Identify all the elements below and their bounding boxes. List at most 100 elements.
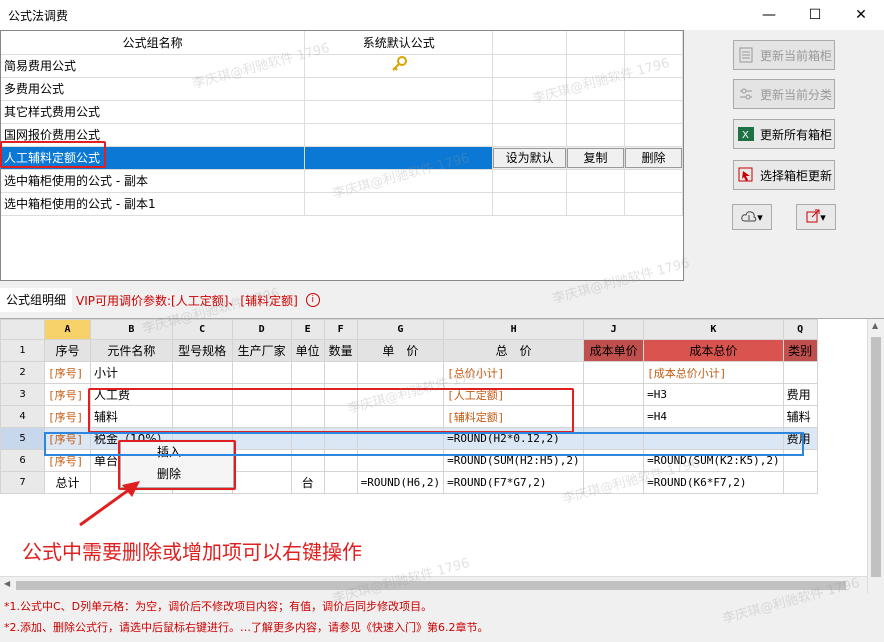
vertical-scroll-thumb[interactable]: [871, 337, 881, 577]
column-header-q[interactable]: Q: [782, 319, 818, 340]
cell-f1[interactable]: 数量: [323, 339, 358, 362]
cell-j7[interactable]: [583, 471, 645, 494]
cell-j1[interactable]: 成本单价: [583, 339, 645, 362]
cell-c1[interactable]: 型号规格: [171, 339, 233, 362]
cell-g7[interactable]: =ROUND(H6,2): [356, 471, 445, 494]
cell-h1[interactable]: 总 价: [443, 339, 585, 362]
close-button[interactable]: ✕: [838, 0, 884, 30]
cell-q2[interactable]: [782, 361, 818, 384]
column-header-h[interactable]: H: [443, 319, 585, 340]
column-header-c[interactable]: C: [171, 319, 233, 340]
cell-e7[interactable]: 台: [290, 471, 325, 494]
formula-group-name[interactable]: 多费用公式: [1, 77, 306, 101]
cell-q1[interactable]: 类别: [782, 339, 818, 362]
column-header-a[interactable]: A: [44, 319, 91, 340]
delete-button[interactable]: 删除: [625, 148, 682, 168]
copy-button[interactable]: 复制: [567, 148, 624, 168]
cell-k4[interactable]: =H4: [643, 405, 784, 428]
cell-a1[interactable]: 序号: [44, 339, 91, 362]
system-default-cell[interactable]: [304, 77, 494, 101]
cell-a2[interactable]: [序号]: [44, 361, 91, 384]
cell-b1[interactable]: 元件名称: [90, 339, 173, 362]
system-default-cell[interactable]: [304, 100, 494, 124]
cell-k1[interactable]: 成本总价: [643, 339, 784, 362]
column-header-g[interactable]: G: [356, 319, 445, 340]
sheet-row[interactable]: 2 [序号] 小计 [总价小计] [成本总价小计]: [0, 361, 818, 384]
row-header[interactable]: 6: [0, 449, 45, 472]
system-default-cell[interactable]: [304, 123, 494, 147]
column-header-e[interactable]: E: [290, 319, 325, 340]
horizontal-scroll-thumb[interactable]: [16, 581, 846, 590]
cell-h2[interactable]: [总价小计]: [443, 361, 585, 384]
export-dropdown[interactable]: ▾: [796, 204, 836, 230]
system-default-cell[interactable]: [304, 169, 494, 193]
column-header-f[interactable]: F: [323, 319, 358, 340]
cell-e1[interactable]: 单位: [290, 339, 325, 362]
cell-k7[interactable]: =ROUND(K6*F7,2): [643, 471, 784, 494]
corner-cell[interactable]: [0, 319, 45, 340]
cell-q7[interactable]: [782, 471, 818, 494]
formula-group-row[interactable]: 其它样式费用公式: [1, 100, 683, 124]
formula-group-name[interactable]: 选中箱柜使用的公式 - 副本: [1, 169, 306, 193]
row-header[interactable]: 2: [0, 361, 45, 384]
update-current-category-button[interactable]: 更新当前分类: [733, 79, 835, 109]
cell-d2[interactable]: [231, 361, 292, 384]
update-all-cabinets-button[interactable]: X 更新所有箱柜: [733, 119, 835, 149]
row-header[interactable]: 1: [0, 339, 45, 362]
maximize-button[interactable]: ☐: [792, 0, 838, 30]
row-header[interactable]: 3: [0, 383, 45, 406]
formula-group-row[interactable]: 选中箱柜使用的公式 - 副本: [1, 169, 683, 193]
vertical-scrollbar[interactable]: ▲: [867, 319, 884, 594]
select-cabinet-update-button[interactable]: 选择箱柜更新: [733, 160, 835, 190]
formula-group-header-row: 公式组名称 系统默认公式: [1, 31, 683, 55]
system-default-cell[interactable]: [304, 146, 494, 170]
cell-a4[interactable]: [序号]: [44, 405, 91, 428]
cell-q4[interactable]: 辅料: [782, 405, 818, 428]
cloud-upload-dropdown[interactable]: ▾: [732, 204, 772, 230]
set-default-button[interactable]: 设为默认: [493, 148, 566, 168]
cell-e2[interactable]: [290, 361, 325, 384]
column-header-b[interactable]: B: [90, 319, 173, 340]
formula-group-row[interactable]: 简易费用公式: [1, 54, 683, 78]
cell-j2[interactable]: [583, 361, 645, 384]
formula-group-name[interactable]: 其它样式费用公式: [1, 100, 306, 124]
sheet-row[interactable]: 1 序号 元件名称 型号规格 生产厂家 单位 数量单 价总 价成本单价 成本总价 类别: [0, 339, 818, 362]
scroll-left-icon[interactable]: ◀: [4, 579, 10, 588]
system-default-cell[interactable]: [304, 192, 494, 216]
cell-g1[interactable]: 单 价: [356, 339, 445, 362]
cell-f7[interactable]: [323, 471, 358, 494]
update-current-cabinet-button[interactable]: 更新当前箱柜: [733, 40, 835, 70]
cell-k2[interactable]: [成本总价小计]: [643, 361, 784, 384]
scroll-up-icon[interactable]: ▲: [872, 321, 878, 330]
column-header-j[interactable]: J: [583, 319, 645, 340]
tab-formula-group-detail[interactable]: 公式组明细: [0, 288, 73, 312]
cell-b2[interactable]: 小计: [90, 361, 173, 384]
column-header-k[interactable]: K: [643, 319, 784, 340]
cell-d1[interactable]: 生产厂家: [231, 339, 292, 362]
cell-j4[interactable]: [583, 405, 645, 428]
cell-q3[interactable]: 费用: [782, 383, 818, 406]
cell-c2[interactable]: [171, 361, 233, 384]
info-icon[interactable]: i: [305, 293, 320, 307]
highlight-selected-group: [0, 141, 106, 168]
system-default-cell[interactable]: [304, 54, 494, 78]
formula-group-name[interactable]: 选中箱柜使用的公式 - 副本1: [1, 192, 306, 216]
formula-group-row[interactable]: 选中箱柜使用的公式 - 副本1: [1, 192, 683, 216]
formula-group-row[interactable]: 多费用公式: [1, 77, 683, 101]
cell-h7[interactable]: =ROUND(F7*G7,2): [443, 471, 585, 494]
sliders-icon: [738, 86, 754, 102]
cell-f2[interactable]: [323, 361, 358, 384]
cell-d7[interactable]: [231, 471, 292, 494]
row-header[interactable]: 7: [0, 471, 45, 494]
cell-k3[interactable]: =H3: [643, 383, 784, 406]
cell-g2[interactable]: [356, 361, 445, 384]
horizontal-scrollbar[interactable]: ◀: [0, 576, 867, 593]
cell-j3[interactable]: [583, 383, 645, 406]
row-header[interactable]: 5: [0, 427, 45, 450]
formula-group-name[interactable]: 简易费用公式: [1, 54, 306, 78]
row-header[interactable]: 4: [0, 405, 45, 428]
minimize-button[interactable]: —: [746, 0, 792, 30]
column-header-d[interactable]: D: [231, 319, 292, 340]
key-icon: [391, 55, 407, 76]
cell-a3[interactable]: [序号]: [44, 383, 91, 406]
